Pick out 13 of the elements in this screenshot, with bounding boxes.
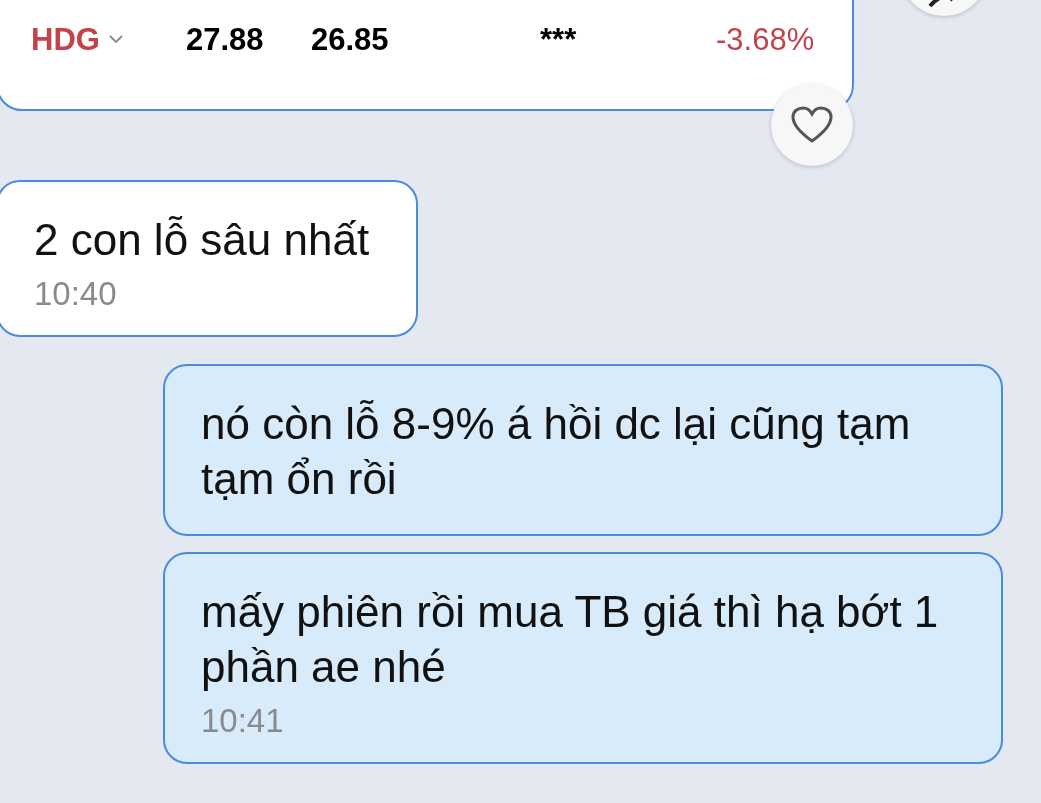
like-button[interactable]: [771, 84, 853, 166]
message-time: 10:41: [201, 702, 285, 740]
message-time: 10:40: [34, 275, 118, 313]
chevron-down-icon[interactable]: [108, 33, 124, 45]
message-text: 2 con lỗ sâu nhất: [34, 214, 371, 266]
price-value: 27.88: [186, 22, 264, 58]
ticker[interactable]: HDG: [31, 22, 100, 58]
heart-icon: [790, 105, 834, 145]
price-value: 26.85: [311, 22, 389, 58]
message-text: mấy phiên rồi mua TB giá thì hạ bớt 1 phần ae nhé: [201, 586, 940, 693]
change-percent: -3.68%: [716, 22, 815, 58]
masked-value: ***: [540, 22, 577, 58]
message-text: nó còn lỗ 8-9% á hồi dc lại cũng tạm tạm ổn rồi: [201, 398, 912, 505]
